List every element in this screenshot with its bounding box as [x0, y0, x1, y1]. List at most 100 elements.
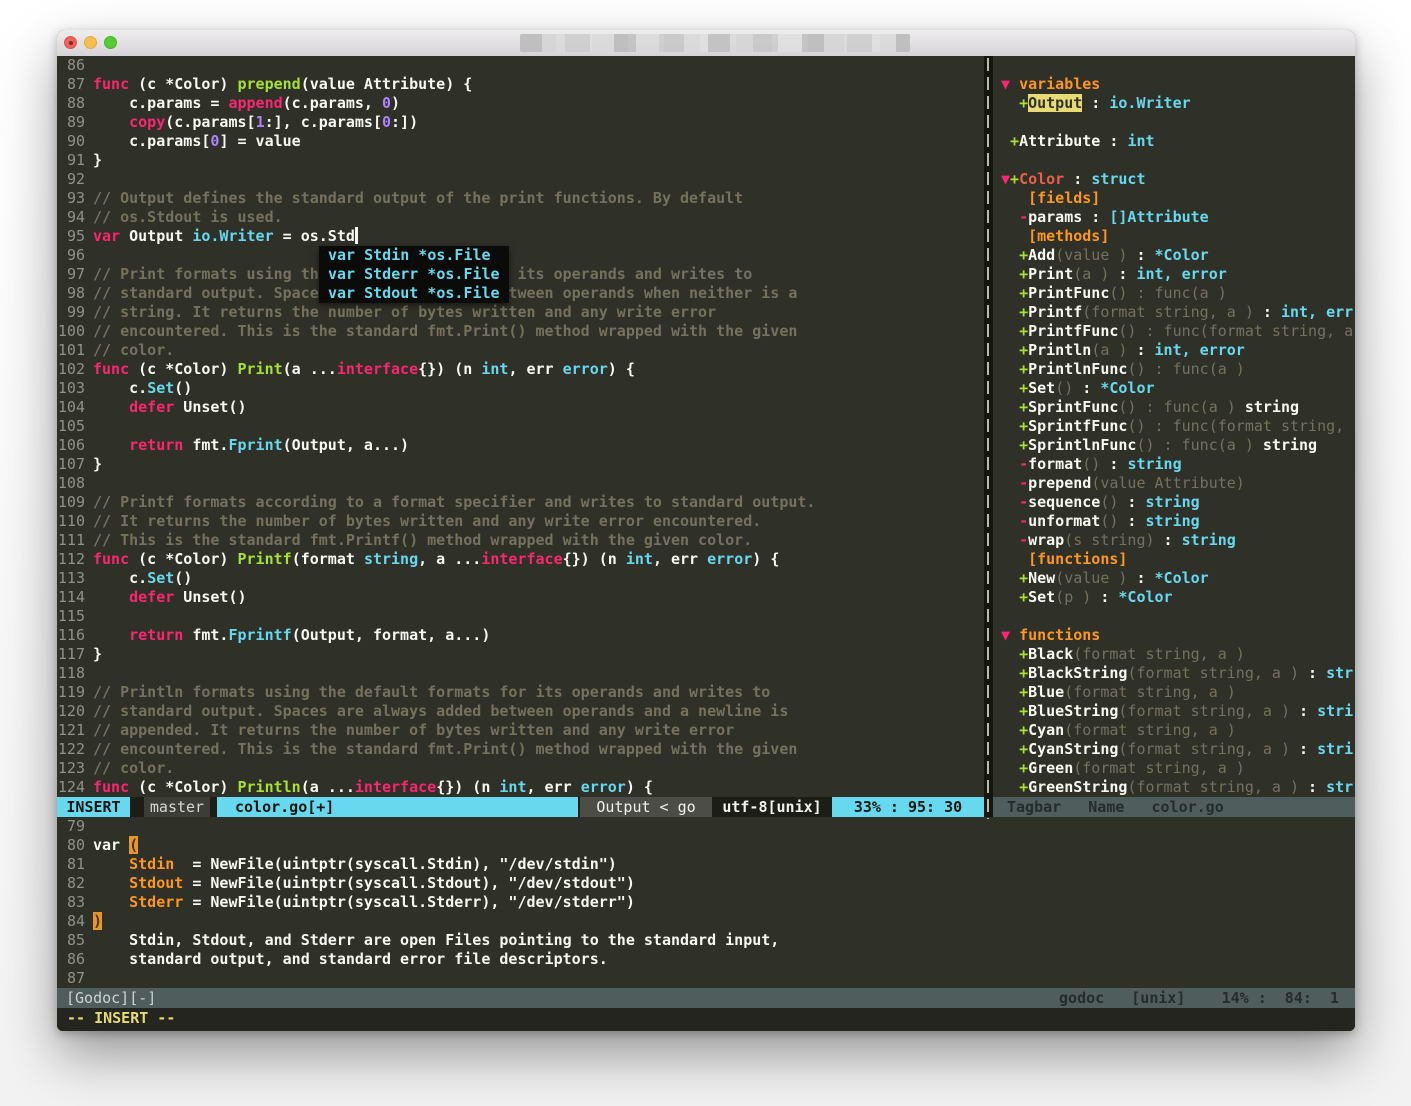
godoc-buffer-name: [Godoc][-]	[66, 988, 156, 1008]
tagbar-row[interactable]: +New(value ) : *Color	[993, 569, 1355, 588]
code-segment: Set	[147, 569, 174, 587]
code-segment: ) {	[608, 360, 635, 378]
code-segment: defer	[129, 398, 174, 416]
line-number: 116	[57, 626, 93, 645]
tagbar-row[interactable]: +Print(a ) : int, error	[993, 265, 1355, 284]
tagbar-row[interactable]: ▼ variables	[993, 75, 1355, 94]
tagbar-row[interactable]: +SprintfFunc() : func(format string,	[993, 417, 1355, 436]
tagbar-row[interactable]: +Cyan(format string, a )	[993, 721, 1355, 740]
code-segment: wrap	[1028, 531, 1064, 549]
code-segment: () : func(a )	[1136, 436, 1262, 454]
tagbar-row[interactable]: -unformat() : string	[993, 512, 1355, 531]
code-segment: Print	[1028, 265, 1073, 283]
tagbar-row[interactable]: +Black(format string, a )	[993, 645, 1355, 664]
completion-item[interactable]: var Stderr *os.File	[319, 265, 509, 284]
line-number: 83	[57, 893, 93, 912]
zoom-button[interactable]	[104, 36, 117, 49]
tagbar-row[interactable]: +Add(value ) : *Color	[993, 246, 1355, 265]
completion-item[interactable]: var Stdout *os.File	[319, 284, 509, 303]
tagbar-row[interactable]: +PrintFunc() : func(a )	[993, 284, 1355, 303]
tagbar-row[interactable]: ▼+Color : struct	[993, 170, 1355, 189]
tagbar-row[interactable]: -prepend(value Attribute)	[993, 474, 1355, 493]
code-segment: :	[1290, 740, 1317, 758]
code-segment: (format string, a )	[1118, 740, 1290, 758]
completion-item[interactable]: var Stdin *os.File	[319, 246, 509, 265]
code-segment	[1001, 702, 1019, 720]
tagbar-row[interactable]: +CyanString(format string, a ) : stri	[993, 740, 1355, 759]
code-segment: Stderr	[129, 893, 183, 911]
tagbar-row[interactable]: +Set() : *Color	[993, 379, 1355, 398]
code-segment: (c.params,	[283, 94, 382, 112]
code-segment: Fprint	[228, 436, 282, 454]
tagbar-row[interactable]: +PrintlnFunc() : func(a )	[993, 360, 1355, 379]
tagbar-row[interactable]: +Output : io.Writer	[993, 94, 1355, 113]
code-text: c.params[0] = value	[93, 132, 301, 151]
tagbar-row[interactable]: +Set(p ) : *Color	[993, 588, 1355, 607]
tagbar-row[interactable]: +Blue(format string, a )	[993, 683, 1355, 702]
code-segment: // Printf formats according to a format …	[93, 493, 815, 511]
visibility-plus-icon: +	[1019, 588, 1028, 606]
code-segment: interface	[337, 360, 418, 378]
code-segment: , err	[508, 360, 562, 378]
titlebar[interactable]	[57, 30, 1355, 57]
tagbar-row[interactable]: +Green(format string, a )	[993, 759, 1355, 778]
tagbar-row[interactable]: [fields]	[993, 189, 1355, 208]
code-segment	[1001, 322, 1019, 340]
code-segment: Color	[1019, 170, 1064, 188]
code-segment: }	[93, 455, 102, 473]
line-number: 81	[57, 855, 93, 874]
code-segment: // It returns the number of bytes writte…	[93, 512, 761, 530]
code-segment: params	[1028, 208, 1082, 226]
code-text: c.Set()	[93, 379, 192, 398]
tagbar-row[interactable]: +Println(a ) : int, error	[993, 341, 1355, 360]
tagbar-row[interactable]: [methods]	[993, 227, 1355, 246]
code-segment: // string. It returns the number of byte…	[93, 303, 716, 321]
code-segment: (p )	[1055, 588, 1091, 606]
code-segment: (	[129, 836, 138, 854]
tagbar-row[interactable]: ▼ functions	[993, 626, 1355, 645]
tagbar-row[interactable]: -params : []Attribute	[993, 208, 1355, 227]
code-text: // Println formats using the default for…	[93, 683, 770, 702]
godoc-line: 85 Stdin, Stdout, and Stderr are open Fi…	[57, 931, 1355, 950]
editor-line: 109// Printf formats according to a form…	[57, 493, 984, 512]
code-segment: sequence	[1028, 493, 1100, 511]
tagbar-row[interactable]: -format() : string	[993, 455, 1355, 474]
line-number: 110	[57, 512, 93, 531]
code-segment: string	[1182, 531, 1236, 549]
tagbar-statusline: Tagbar Name color.go	[993, 797, 1355, 817]
code-segment: () : func(a )	[1127, 360, 1244, 378]
tagbar-row[interactable]: +BlackString(format string, a ) : str	[993, 664, 1355, 683]
code-segment: () : func(format string,	[1127, 417, 1344, 435]
tagbar-row[interactable]: +SprintFunc() : func(a ) string	[993, 398, 1355, 417]
code-text: // This is the standard fmt.Printf() met…	[93, 531, 752, 550]
code-segment: Set	[1028, 588, 1055, 606]
code-segment: )	[391, 94, 400, 112]
code-segment: stri	[1317, 740, 1353, 758]
tagbar-row[interactable]: +GreenString(format string, a ) : str	[993, 778, 1355, 797]
close-button[interactable]	[64, 36, 77, 49]
code-segment: Set	[147, 379, 174, 397]
code-segment	[1001, 493, 1019, 511]
code-segment: var	[93, 836, 129, 854]
editor-line: 117}	[57, 645, 984, 664]
tagbar-row[interactable]: +BlueString(format string, a ) : stri	[993, 702, 1355, 721]
code-segment: fmt.	[183, 626, 228, 644]
tagbar-row[interactable]: -sequence() : string	[993, 493, 1355, 512]
vertical-split-separator[interactable]	[984, 56, 993, 817]
tagbar-row[interactable]: -wrap(s string) : string	[993, 531, 1355, 550]
code-segment: (s string)	[1064, 531, 1154, 549]
code-segment: func	[93, 360, 138, 378]
code-segment	[1001, 227, 1028, 245]
editor-line: 114 defer Unset()	[57, 588, 984, 607]
code-segment	[1001, 721, 1019, 739]
tagbar-row[interactable]: +Printf(format string, a ) : int, err	[993, 303, 1355, 322]
tagbar-row[interactable]: +SprintlnFunc() : func(a ) string	[993, 436, 1355, 455]
code-segment: c.	[93, 379, 147, 397]
tagbar-row[interactable]: +Attribute : int	[993, 132, 1355, 151]
minimize-button[interactable]	[84, 36, 97, 49]
code-segment	[1001, 531, 1019, 549]
tagbar-row[interactable]: [functions]	[993, 550, 1355, 569]
code-segment: Green	[1028, 759, 1073, 777]
tagbar-row[interactable]: +PrintfFunc() : func(format string, a	[993, 322, 1355, 341]
editor-line: 116 return fmt.Fprintf(Output, format, a…	[57, 626, 984, 645]
